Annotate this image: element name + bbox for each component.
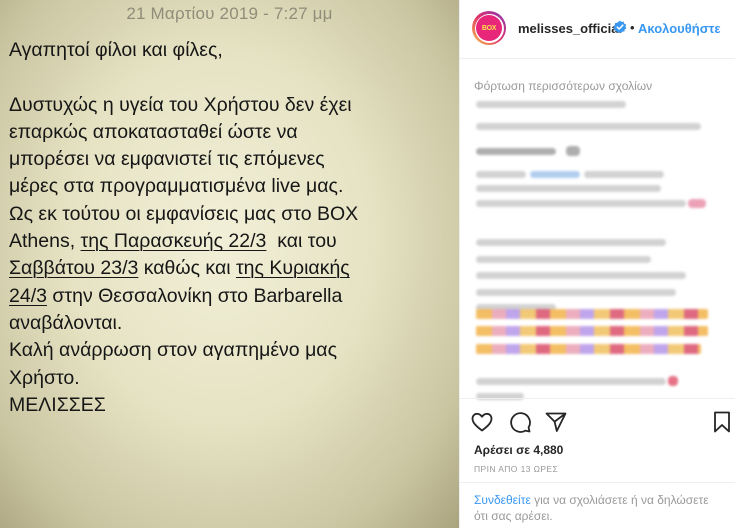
comment-line (476, 123, 701, 130)
comments-list (474, 96, 722, 400)
note-line: 24/3 στην Θεσσαλονίκη στο Barbarella (9, 284, 343, 307)
comment-line (566, 146, 580, 156)
bookmark-icon[interactable] (710, 410, 734, 434)
date-link: της Παρασκευής 22/3 (80, 230, 267, 253)
post-timestamp[interactable]: ΠΡΙΝ ΑΠΟ 13 ΩΡΕΣ (474, 464, 558, 474)
comment-line (688, 199, 706, 208)
username-link[interactable]: melisses_official (518, 21, 622, 36)
note-line: επαρκώς αποκατασταθεί ώστε να (9, 120, 298, 143)
note-text: Αγαπητοί φίλοι και φίλες, Δυστυχώς η υγε… (9, 37, 449, 419)
login-prompt-text: Συνδεθείτε για να σχολιάσετε ή να δηλώσε… (474, 493, 709, 523)
comment-line (668, 376, 678, 386)
share-icon[interactable] (544, 410, 568, 434)
like-count[interactable]: Αρέσει σε 4,880 (474, 443, 563, 457)
comment-line (476, 200, 686, 207)
post-image: 21 Μαρτίου 2019 - 7:27 μμ Αγαπητοί φίλοι… (0, 0, 459, 528)
note-signature: ΜΕΛΙΣΣΕΣ (9, 393, 106, 416)
comment-line (530, 171, 580, 178)
comment-line (476, 272, 686, 279)
login-link[interactable]: Συνδεθείτε (474, 493, 531, 507)
date-link: 24/3 (9, 284, 47, 307)
post-header: BOX melisses_official • Ακολουθήστε (460, 0, 735, 59)
avatar[interactable]: BOX (472, 11, 506, 45)
comment-line (476, 148, 556, 155)
note-line: Δυστυχώς η υγεία του Χρήστου δεν έχει (9, 93, 352, 116)
note-line: μπορέσει να εμφανιστεί τις επόμενες (9, 148, 325, 171)
note-line: Athens, της Παρασκευής 22/3 και του (9, 230, 337, 253)
comment-icon[interactable] (508, 410, 532, 434)
post-sidebar: BOX melisses_official • Ακολουθήστε Φόρτ… (460, 0, 735, 528)
comment-line (476, 309, 708, 319)
load-more-comments[interactable]: Φόρτωση περισσότερων σχολίων (474, 79, 652, 93)
comment-line (584, 171, 664, 178)
verified-badge-icon (613, 20, 627, 33)
note-line: Αγαπητοί φίλοι και φίλες, (9, 39, 223, 61)
follow-button[interactable]: Ακολουθήστε (638, 21, 721, 36)
note-line: Σαββάτου 23/3 καθώς και της Κυριακής (9, 257, 350, 280)
avatar-image: BOX (476, 15, 502, 41)
comment-line (476, 171, 526, 178)
comment-line (476, 344, 701, 354)
note-line: Χρήστο. (9, 366, 80, 389)
date-link: της Κυριακής (235, 257, 350, 280)
action-bar (460, 398, 735, 439)
separator-dot: • (630, 20, 635, 35)
login-prompt: Συνδεθείτε για να σχολιάσετε ή να δηλώσε… (460, 482, 735, 529)
comment-line (476, 378, 666, 385)
comment-line (476, 185, 661, 192)
comment-line (476, 289, 676, 296)
note-line: Ως εκ τούτου οι εμφανίσεις μας στο BOX (9, 202, 359, 225)
note-date: 21 Μαρτίου 2019 - 7:27 μμ (126, 4, 333, 23)
note-line: Καλή ανάρρωση στον αγαπημένο μας (9, 339, 337, 362)
comment-line (476, 239, 666, 246)
heart-icon[interactable] (470, 410, 494, 434)
comment-line (476, 101, 626, 108)
date-link: Σαββάτου 23/3 (9, 257, 139, 280)
comment-line (476, 326, 708, 336)
note-line: μέρες στα προγραμματισμένα live μας. (9, 175, 344, 198)
note-line: αναβάλονται. (9, 311, 123, 334)
comment-line (476, 256, 651, 263)
